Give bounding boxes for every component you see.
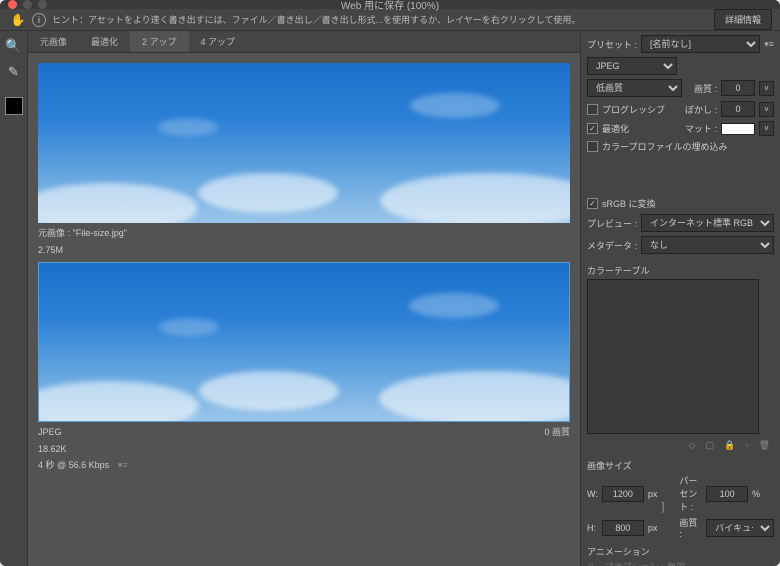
tab-original[interactable]: 元画像 [28, 31, 79, 52]
height-label: H: [587, 523, 598, 533]
titlebar: Web 用に保存 (100%) [0, 0, 780, 9]
left-toolbar: 🔍 ✎ [0, 31, 28, 566]
color-swatch[interactable] [5, 97, 23, 115]
preview-zone: 元画像 : "File-size.jpg" 2.75M JPEG 0 画質 [28, 53, 580, 566]
optimized-quality-readout: 0 画質 [544, 426, 570, 439]
quality-num-label: 画質 : [694, 82, 717, 95]
optimize-label: 最適化 [602, 122, 629, 135]
percent-input[interactable] [706, 486, 748, 502]
embed-profile-checkbox[interactable] [587, 141, 598, 152]
matte-swatch[interactable] [721, 123, 755, 135]
tab-2up[interactable]: 2 アップ [130, 31, 189, 52]
original-caption-size: 2.75M [38, 244, 570, 257]
loop-label: ループオプション : [587, 560, 663, 566]
srgb-checkbox[interactable] [587, 198, 598, 209]
hand-tool-icon[interactable]: ✋ [10, 12, 26, 28]
preset-select[interactable]: [名前なし] [641, 35, 760, 53]
timing-menu-icon[interactable]: ▾≡ [118, 460, 128, 470]
optimized-format: JPEG [38, 427, 62, 437]
resample-select[interactable]: バイキュービック法 [706, 519, 774, 537]
color-table-box [587, 279, 759, 434]
width-input[interactable] [602, 486, 644, 502]
tab-optimal[interactable]: 最適化 [79, 31, 130, 52]
quality-select[interactable]: 低画質 [587, 79, 682, 97]
ct-trash-icon[interactable]: 🗑 [759, 440, 770, 451]
view-tabs: 元画像 最適化 2 アップ 4 アップ [28, 31, 580, 53]
optimized-size: 18.62K [38, 443, 570, 456]
loop-value: 無限 [667, 560, 685, 566]
srgb-label: sRGB に変換 [602, 197, 656, 210]
matte-label: マット : [685, 122, 717, 135]
blur-input[interactable] [721, 101, 755, 117]
percent-unit: % [752, 489, 774, 499]
main-column: 元画像 最適化 2 アップ 4 アップ 元画像 : "File-size.jpg… [28, 31, 580, 566]
zoom-tool-icon[interactable]: 🔍 [5, 37, 23, 55]
blur-dropdown-icon[interactable]: ˅ [759, 102, 774, 117]
ct-lock-icon[interactable]: 🔒 [724, 440, 735, 451]
animation-label: アニメーション [587, 545, 774, 558]
resample-label: 画質 : [679, 516, 702, 539]
embed-profile-label: カラープロファイルの埋め込み [602, 140, 727, 153]
ct-cube-icon[interactable]: ▢ [706, 440, 715, 451]
color-table-buttons: ◇ ▢ 🔒 ▫ 🗑 [587, 438, 774, 453]
minimize-window-button[interactable] [23, 0, 32, 9]
preview-optimized[interactable]: JPEG 0 画質 18.62K 4 秒 @ 56.6 Kbps ▾≡ [38, 262, 570, 472]
quality-input[interactable] [721, 80, 755, 96]
original-caption-file: 元画像 : "File-size.jpg" [38, 227, 570, 240]
format-select[interactable]: JPEG [587, 57, 677, 75]
color-table-label: カラーテーブル [587, 264, 774, 277]
eyedropper-tool-icon[interactable]: ✎ [5, 63, 23, 81]
progressive-label: プログレッシブ [602, 103, 665, 116]
percent-label: パーセント : [679, 474, 702, 513]
close-window-button[interactable] [8, 0, 17, 9]
ct-diamond-icon[interactable]: ◇ [689, 440, 696, 451]
hint-text: ヒント：アセットをより速く書き出すには、ファイル／書き出し／書き出し形式...を… [52, 13, 714, 26]
info-icon: i [32, 13, 46, 27]
preset-menu-icon[interactable]: ▾≡ [764, 39, 774, 50]
optimize-checkbox[interactable] [587, 123, 598, 134]
metadata-select[interactable]: なし [641, 236, 774, 254]
tab-4up[interactable]: 4 アップ [189, 31, 248, 52]
image-size-label: 画像サイズ [587, 459, 774, 472]
optimized-timing: 4 秒 @ 56.6 Kbps [38, 460, 109, 470]
preview-original[interactable]: 元画像 : "File-size.jpg" 2.75M [38, 63, 570, 256]
right-panel: プリセット : [名前なし] ▾≡ JPEG 低画質 画質 : ˅ プログレッシ… [580, 31, 780, 566]
ct-new-icon[interactable]: ▫ [745, 440, 748, 451]
window-controls [8, 0, 47, 9]
preview-label: プレビュー : [587, 217, 637, 230]
matte-dropdown-icon[interactable]: ˅ [759, 121, 774, 136]
width-unit: px [648, 489, 658, 499]
width-label: W: [587, 489, 598, 499]
preview-select[interactable]: インターネット標準 RGB (カラーマネ... [641, 214, 774, 232]
height-unit: px [648, 523, 658, 533]
body-area: 🔍 ✎ 元画像 最適化 2 アップ 4 アップ [0, 31, 780, 566]
preview-original-image [38, 63, 570, 223]
window-title: Web 用に保存 (100%) [341, 0, 439, 12]
maximize-window-button[interactable] [38, 0, 47, 9]
preview-optimized-image [38, 262, 570, 422]
save-for-web-window: Web 用に保存 (100%) ✋ i ヒント：アセットをより速く書き出すには、… [0, 0, 780, 566]
metadata-label: メタデータ : [587, 239, 637, 252]
blur-label: ぼかし : [685, 103, 717, 116]
height-input[interactable] [602, 520, 644, 536]
details-button[interactable]: 詳細情報 [714, 9, 772, 30]
progressive-checkbox[interactable] [587, 104, 598, 115]
preset-label: プリセット : [587, 38, 637, 51]
quality-dropdown-icon[interactable]: ˅ [759, 81, 774, 96]
link-dimensions-icon[interactable]: ] [661, 501, 671, 513]
hint-toolbar: ✋ i ヒント：アセットをより速く書き出すには、ファイル／書き出し／書き出し形式… [0, 9, 780, 31]
